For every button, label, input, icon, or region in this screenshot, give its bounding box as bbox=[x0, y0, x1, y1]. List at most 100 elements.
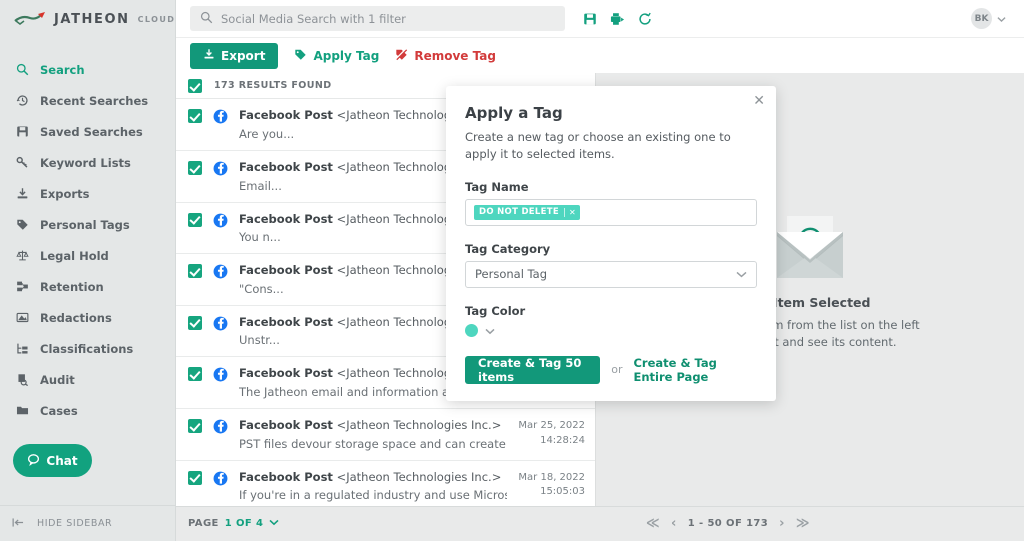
row-type: Facebook Post bbox=[239, 314, 333, 329]
audit-icon bbox=[15, 373, 29, 387]
create-and-tag-selected-button[interactable]: Create & Tag 50 items bbox=[465, 355, 601, 384]
row-title: Facebook Post <Jatheon Technologies Inc.… bbox=[239, 470, 501, 484]
save-search-icon[interactable] bbox=[583, 12, 597, 26]
chevron-down-icon bbox=[269, 518, 279, 529]
remove-tag-button[interactable]: Remove Tag bbox=[395, 48, 496, 64]
sidebar-item-legal-hold[interactable]: Legal Hold bbox=[0, 240, 175, 271]
topbar-icon-group bbox=[583, 12, 652, 26]
facebook-icon bbox=[213, 109, 228, 124]
row-type: Facebook Post bbox=[239, 108, 333, 123]
row-content: Facebook Post <Jatheon Technologies Inc.… bbox=[239, 470, 507, 504]
tag-chip: DO NOT DELETE ✕ bbox=[474, 204, 580, 220]
apply-tag-modal: ✕ Apply a Tag Create a new tag or choose… bbox=[446, 86, 776, 401]
row-checkbox[interactable] bbox=[188, 161, 202, 176]
chat-label: Chat bbox=[46, 453, 78, 468]
double-chevron-left-icon[interactable]: ≪ bbox=[646, 517, 660, 530]
main-area: Social Media Search with 1 filter BK Exp… bbox=[176, 0, 1024, 541]
sidebar-item-label: Search bbox=[40, 62, 85, 77]
sidebar-item-classifications[interactable]: Classifications bbox=[0, 333, 175, 364]
export-button[interactable]: Export bbox=[190, 42, 279, 69]
app-root: JATHEON CLOUD Search Recent Searches Sav… bbox=[0, 0, 1024, 541]
search-input[interactable]: Social Media Search with 1 filter bbox=[190, 6, 565, 32]
sidebar-item-search[interactable]: Search bbox=[0, 54, 175, 85]
brand[interactable]: JATHEON CLOUD bbox=[0, 0, 175, 38]
collapse-left-icon bbox=[12, 517, 25, 531]
tag-color-label: Tag Color bbox=[465, 303, 526, 318]
retention-icon bbox=[15, 280, 29, 294]
user-menu[interactable]: BK bbox=[971, 8, 1006, 30]
row-title: Facebook Post <Jatheon Technologies Inc.… bbox=[239, 418, 501, 432]
chevron-right-icon[interactable]: › bbox=[779, 517, 785, 530]
row-checkbox[interactable] bbox=[188, 419, 202, 434]
sidebar-item-recent-searches[interactable]: Recent Searches bbox=[0, 85, 175, 116]
chat-bubble-icon bbox=[27, 453, 40, 469]
sidebar-item-label: Keyword Lists bbox=[40, 155, 131, 170]
sidebar: JATHEON CLOUD Search Recent Searches Sav… bbox=[0, 0, 176, 541]
sidebar-item-label: Cases bbox=[40, 403, 78, 418]
row-type: Facebook Post bbox=[239, 418, 333, 433]
chevron-down-icon bbox=[997, 12, 1006, 26]
sidebar-item-personal-tags[interactable]: Personal Tags bbox=[0, 209, 175, 240]
page-selector[interactable]: PAGE 1 OF 4 bbox=[176, 518, 596, 529]
scales-icon bbox=[15, 249, 29, 263]
search-input-value: Social Media Search with 1 filter bbox=[221, 11, 406, 26]
row-checkbox[interactable] bbox=[188, 315, 202, 330]
sidebar-item-label: Retention bbox=[40, 279, 104, 294]
sidebar-item-label: Saved Searches bbox=[40, 124, 143, 139]
row-type: Facebook Post bbox=[239, 263, 333, 278]
row-date-value: Mar 18, 2022 bbox=[518, 471, 585, 483]
apply-tag-button[interactable]: Apply Tag bbox=[294, 48, 379, 64]
sidebar-item-audit[interactable]: Audit bbox=[0, 364, 175, 395]
row-date-value: Mar 25, 2022 bbox=[518, 420, 585, 432]
row-checkbox[interactable] bbox=[188, 212, 202, 227]
tag-category-select[interactable]: Personal Tag bbox=[465, 260, 757, 288]
table-row[interactable]: Facebook Post <Jatheon Technologies Inc.… bbox=[176, 461, 595, 506]
select-all-checkbox[interactable] bbox=[188, 79, 202, 94]
sidebar-item-exports[interactable]: Exports bbox=[0, 178, 175, 209]
tag-category-label: Tag Category bbox=[465, 241, 551, 256]
tag-icon bbox=[294, 48, 307, 64]
brand-suffix: CLOUD bbox=[137, 14, 176, 24]
facebook-icon bbox=[213, 264, 228, 279]
row-time-value: 15:05:03 bbox=[540, 486, 585, 498]
search-icon bbox=[200, 11, 213, 27]
hide-sidebar-button[interactable]: HIDE SIDEBAR bbox=[0, 505, 175, 541]
tag-color-picker[interactable] bbox=[465, 324, 757, 338]
tag-color-swatch bbox=[465, 324, 478, 337]
row-checkbox[interactable] bbox=[188, 264, 202, 279]
sidebar-item-redactions[interactable]: Redactions bbox=[0, 302, 175, 333]
envelope-at-icon: @ bbox=[771, 216, 849, 283]
refresh-icon[interactable] bbox=[638, 12, 652, 26]
row-content: Facebook Post <Jatheon Technologies Inc.… bbox=[239, 418, 507, 452]
row-checkbox[interactable] bbox=[188, 367, 202, 382]
sidebar-item-retention[interactable]: Retention bbox=[0, 271, 175, 302]
facebook-icon bbox=[213, 213, 228, 228]
table-row[interactable]: Facebook Post <Jatheon Technologies Inc.… bbox=[176, 409, 595, 461]
chevron-down-icon bbox=[736, 267, 747, 281]
export-label: Export bbox=[221, 48, 266, 63]
key-icon bbox=[15, 156, 29, 170]
sidebar-item-label: Recent Searches bbox=[40, 93, 149, 108]
remove-chip-icon[interactable]: ✕ bbox=[563, 207, 580, 217]
chevron-left-icon[interactable]: ‹ bbox=[671, 517, 677, 530]
row-checkbox[interactable] bbox=[188, 470, 202, 485]
print-export-icon[interactable] bbox=[610, 12, 625, 26]
sidebar-item-keyword-lists[interactable]: Keyword Lists bbox=[0, 147, 175, 178]
sidebar-item-label: Personal Tags bbox=[40, 217, 130, 232]
sidebar-item-cases[interactable]: Cases bbox=[0, 395, 175, 426]
close-icon[interactable]: ✕ bbox=[753, 94, 765, 108]
double-chevron-right-icon[interactable]: ≫ bbox=[796, 517, 810, 530]
jatheon-fox-logo bbox=[14, 11, 48, 27]
results-count-label: 173 RESULTS FOUND bbox=[214, 80, 332, 92]
row-snippet: PST files devour storage space and can c… bbox=[239, 436, 507, 451]
tag-name-input[interactable]: DO NOT DELETE ✕ bbox=[465, 198, 757, 226]
row-checkbox[interactable] bbox=[188, 109, 202, 124]
tag-slash-icon bbox=[395, 48, 408, 64]
facebook-icon bbox=[213, 161, 228, 176]
tag-icon bbox=[15, 218, 29, 232]
chat-button[interactable]: Chat bbox=[13, 444, 92, 477]
sidebar-item-saved-searches[interactable]: Saved Searches bbox=[0, 116, 175, 147]
redaction-icon bbox=[15, 311, 29, 325]
create-and-tag-entire-page-button[interactable]: Create & Tag Entire Page bbox=[633, 356, 757, 384]
page-navigation: ≪ ‹ 1 - 50 OF 173 › ≫ bbox=[596, 517, 1024, 530]
